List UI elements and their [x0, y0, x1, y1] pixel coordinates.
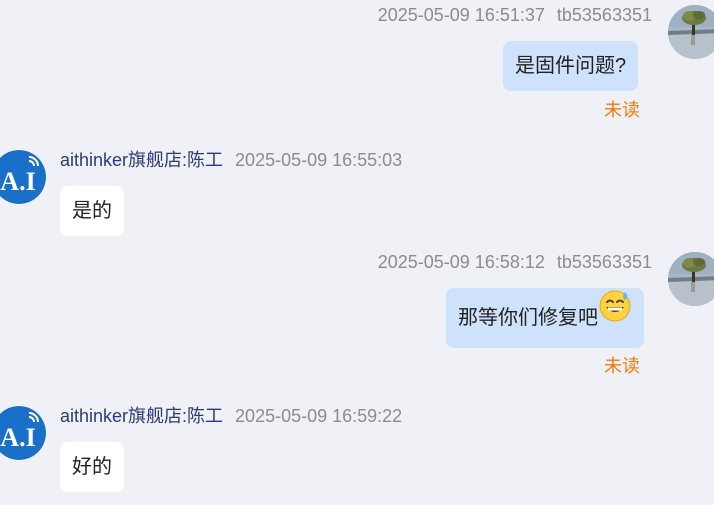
message-bubble[interactable]: 是固件问题?: [503, 41, 639, 91]
svg-text:A.I: A.I: [0, 167, 35, 196]
message-sender[interactable]: tb53563351: [557, 5, 652, 25]
message-time: 2025-05-09 16:51:37: [377, 5, 545, 25]
shop-avatar[interactable]: A.I: [0, 150, 46, 204]
user-avatar[interactable]: [668, 5, 714, 59]
message-time: 2025-05-09 16:58:12: [377, 252, 545, 272]
message-meta: 2025-05-09 16:58:12 tb53563351: [378, 251, 652, 273]
message-time: 2025-05-09 16:55:03: [235, 150, 403, 170]
user-avatar[interactable]: [668, 252, 714, 306]
shop-avatar[interactable]: A.I: [0, 406, 46, 460]
grinning-sweat-emoji-icon: [598, 286, 632, 346]
ai-logo-icon: A.I: [0, 406, 46, 460]
message-meta: aithinker旗舰店:陈工 2025-05-09 16:55:03: [60, 149, 402, 171]
message-bubble[interactable]: 好的: [60, 442, 124, 492]
message-time: 2025-05-09 16:59:22: [235, 406, 403, 426]
message-meta: aithinker旗舰店:陈工 2025-05-09 16:59:22: [60, 405, 402, 427]
message-meta: 2025-05-09 16:51:37 tb53563351: [378, 4, 652, 26]
lake-tree-photo: [668, 252, 714, 306]
message-bubble[interactable]: 那等你们修复吧: [446, 288, 644, 348]
unread-status: 未读: [604, 100, 640, 120]
message-sender[interactable]: aithinker旗舰店:陈工: [60, 150, 223, 170]
message-text: 那等你们修复吧: [458, 307, 598, 329]
lake-tree-photo: [668, 5, 714, 59]
svg-text:A.I: A.I: [0, 423, 35, 452]
message-sender[interactable]: tb53563351: [557, 252, 652, 272]
unread-status: 未读: [604, 356, 640, 376]
ai-logo-icon: A.I: [0, 150, 46, 204]
message-bubble[interactable]: 是的: [60, 186, 124, 236]
message-sender[interactable]: aithinker旗舰店:陈工: [60, 406, 223, 426]
